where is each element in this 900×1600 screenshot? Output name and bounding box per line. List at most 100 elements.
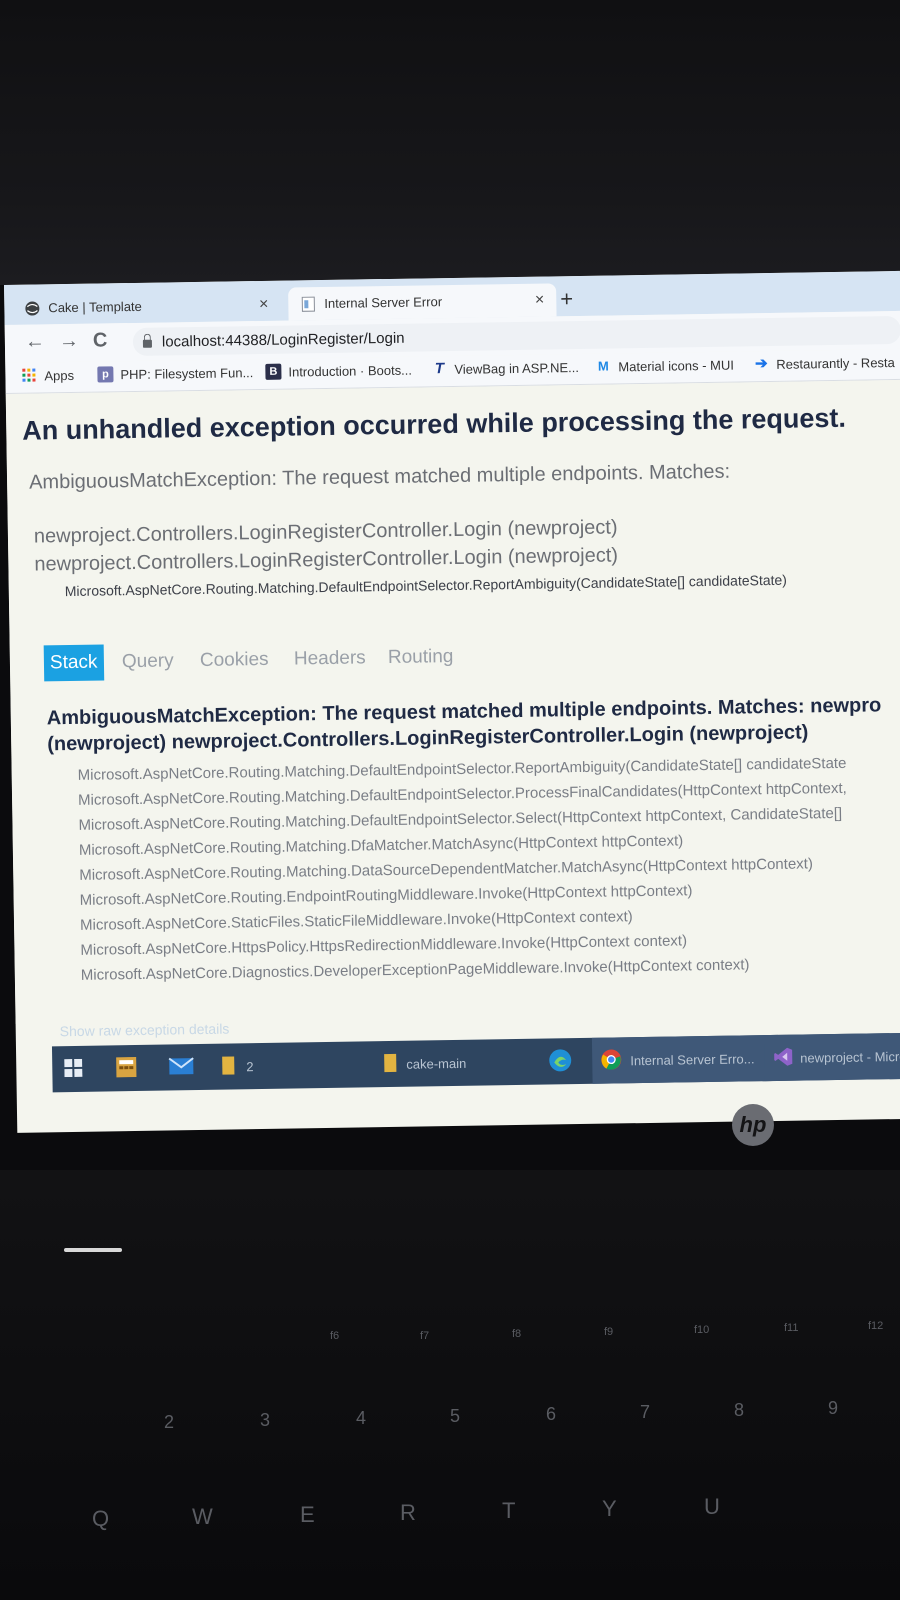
close-tab-icon[interactable]: ×: [535, 291, 545, 309]
bookmark-label: PHP: Filesystem Fun...: [120, 364, 254, 382]
window-count-badge: 2: [246, 1058, 254, 1074]
tab-query[interactable]: Query: [122, 643, 174, 680]
exception-message: AmbiguousMatchException: The request mat…: [28, 460, 731, 494]
apps-grid-icon: [21, 367, 37, 383]
stack-frame[interactable]: Microsoft.AspNetCore.Routing.EndpointRou…: [80, 882, 693, 909]
key-5: 5: [450, 1406, 461, 1426]
taskbar-folder-cake-main[interactable]: cake-main: [382, 1040, 467, 1087]
new-tab-button[interactable]: +: [560, 286, 573, 312]
key-f11: f11: [784, 1322, 799, 1334]
error-tabs: Stack Query Cookies Headers Routing: [43, 644, 454, 682]
key-r: R: [400, 1500, 416, 1525]
tab-routing[interactable]: Routing: [388, 639, 454, 676]
chrome-icon: [600, 1048, 622, 1073]
edge-icon: [548, 1048, 572, 1075]
bookmark-bootstrap[interactable]: B Introduction · Boots...: [265, 362, 412, 380]
key-f7: f7: [420, 1330, 430, 1342]
stack-frame[interactable]: Microsoft.AspNetCore.Routing.Matching.Df…: [79, 832, 684, 858]
tab-title: Internal Server Error: [324, 294, 443, 311]
laptop-bezel: [0, 0, 900, 285]
mui-icon: M: [597, 358, 609, 374]
bookmark-viewbag[interactable]: T ViewBag in ASP.NE...: [431, 359, 579, 377]
visual-studio-icon: [772, 1045, 794, 1070]
tab-title: Cake | Template: [48, 298, 142, 316]
lock-icon: [142, 339, 153, 348]
keyboard-deck: [0, 1170, 900, 1600]
bookmark-label: Apps: [44, 367, 75, 383]
match-item: newproject.Controllers.LoginRegisterCont…: [34, 544, 619, 576]
key-u: U: [704, 1494, 720, 1519]
tab-stack[interactable]: Stack: [43, 644, 104, 682]
key-y: Y: [602, 1496, 617, 1521]
taskbar-label: newproject - Micro: [800, 1048, 900, 1066]
key-t: T: [502, 1498, 516, 1523]
tab-internal-server-error[interactable]: Internal Server Error ×: [288, 283, 557, 321]
stack-frame[interactable]: Microsoft.AspNetCore.Routing.Matching.Da…: [79, 855, 813, 884]
key-8: 8: [734, 1400, 745, 1420]
bootstrap-icon: B: [265, 363, 282, 380]
url-text: localhost:44388/LoginRegister/Login: [161, 329, 405, 351]
hp-logo: hp: [732, 1104, 774, 1146]
bookmark-label: Restaurantly - Resta: [776, 354, 895, 372]
key-e: E: [300, 1502, 315, 1527]
taskbar-mail[interactable]: [168, 1044, 195, 1090]
t-logo-icon: T: [434, 360, 445, 378]
key-f9: f9: [604, 1326, 614, 1338]
windows-icon: [64, 1058, 83, 1079]
status-light: [64, 1248, 122, 1252]
taskbar-visual-studio[interactable]: newproject - Micro: [763, 1032, 900, 1082]
bookmark-php[interactable]: p PHP: Filesystem Fun...: [97, 364, 254, 383]
key-f12: f12: [868, 1320, 884, 1332]
back-button[interactable]: ←: [25, 330, 45, 353]
match-item: newproject.Controllers.LoginRegisterCont…: [33, 516, 618, 548]
show-raw-exception-link[interactable]: Show raw exception details: [60, 1021, 230, 1040]
bookmark-label: Introduction · Boots...: [288, 362, 413, 380]
folder-icon: [220, 1054, 236, 1079]
taskbar-calculator[interactable]: [114, 1045, 139, 1091]
taskbar-chrome[interactable]: Internal Server Erro...: [591, 1034, 779, 1084]
key-3: 3: [260, 1410, 271, 1430]
page-title: An unhandled exception occurred while pr…: [22, 402, 847, 446]
key-9: 9: [828, 1398, 839, 1418]
bookmark-label: Material icons - MUI: [618, 357, 735, 374]
key-4: 4: [356, 1408, 367, 1428]
key-q: Q: [92, 1506, 110, 1531]
stack-frame[interactable]: Microsoft.AspNetCore.Diagnostics.Develop…: [81, 956, 750, 984]
error-page: An unhandled exception occurred while pr…: [5, 379, 900, 1039]
forward-button[interactable]: →: [59, 330, 79, 353]
key-7: 7: [640, 1402, 651, 1422]
key-w: W: [192, 1504, 213, 1529]
restaurantly-icon: ➔: [754, 355, 768, 373]
globe-icon: [24, 300, 40, 316]
key-f8: f8: [512, 1328, 522, 1340]
start-button[interactable]: [64, 1046, 83, 1092]
stack-frame[interactable]: Microsoft.AspNetCore.HttpsPolicy.HttpsRe…: [80, 932, 687, 959]
bookmark-restaurantly[interactable]: ➔ Restaurantly - Resta: [753, 354, 895, 373]
tab-cookies[interactable]: Cookies: [200, 642, 269, 679]
stack-frame[interactable]: Microsoft.AspNetCore.Routing.Matching.De…: [78, 755, 847, 784]
mail-icon: [168, 1056, 194, 1079]
bookmark-mui[interactable]: M Material icons - MUI: [595, 357, 734, 375]
stack-frame[interactable]: Microsoft.AspNetCore.Routing.Matching.De…: [78, 805, 842, 834]
calculator-icon: [114, 1054, 138, 1081]
taskbar-edge[interactable]: [548, 1038, 573, 1084]
stack-heading: AmbiguousMatchException: The request mat…: [47, 692, 882, 757]
reload-button[interactable]: C: [93, 329, 108, 352]
document-icon: [300, 296, 316, 312]
laptop-screen: Cake | Template × Internal Server Error …: [4, 270, 900, 1133]
key-f10: f10: [694, 1324, 710, 1336]
taskbar-label: cake-main: [406, 1055, 467, 1072]
close-tab-icon[interactable]: ×: [259, 295, 269, 313]
bookmark-apps[interactable]: Apps: [21, 367, 74, 384]
bookmark-label: ViewBag in ASP.NE...: [454, 359, 580, 377]
stack-frame[interactable]: Microsoft.AspNetCore.StaticFiles.StaticF…: [80, 908, 633, 934]
key-f6: f6: [330, 1330, 340, 1342]
key-6: 6: [546, 1404, 557, 1424]
php-icon: p: [97, 366, 114, 383]
taskbar-label: Internal Server Erro...: [630, 1050, 755, 1068]
taskbar-explorer[interactable]: 2: [220, 1043, 254, 1090]
windows-taskbar: 2 cake-main Internal Server Erro... newp…: [51, 1032, 900, 1093]
tab-headers[interactable]: Headers: [294, 640, 366, 677]
stack-frame[interactable]: Microsoft.AspNetCore.Routing.Matching.De…: [78, 780, 847, 809]
tab-cake-template[interactable]: Cake | Template ×: [12, 287, 281, 325]
